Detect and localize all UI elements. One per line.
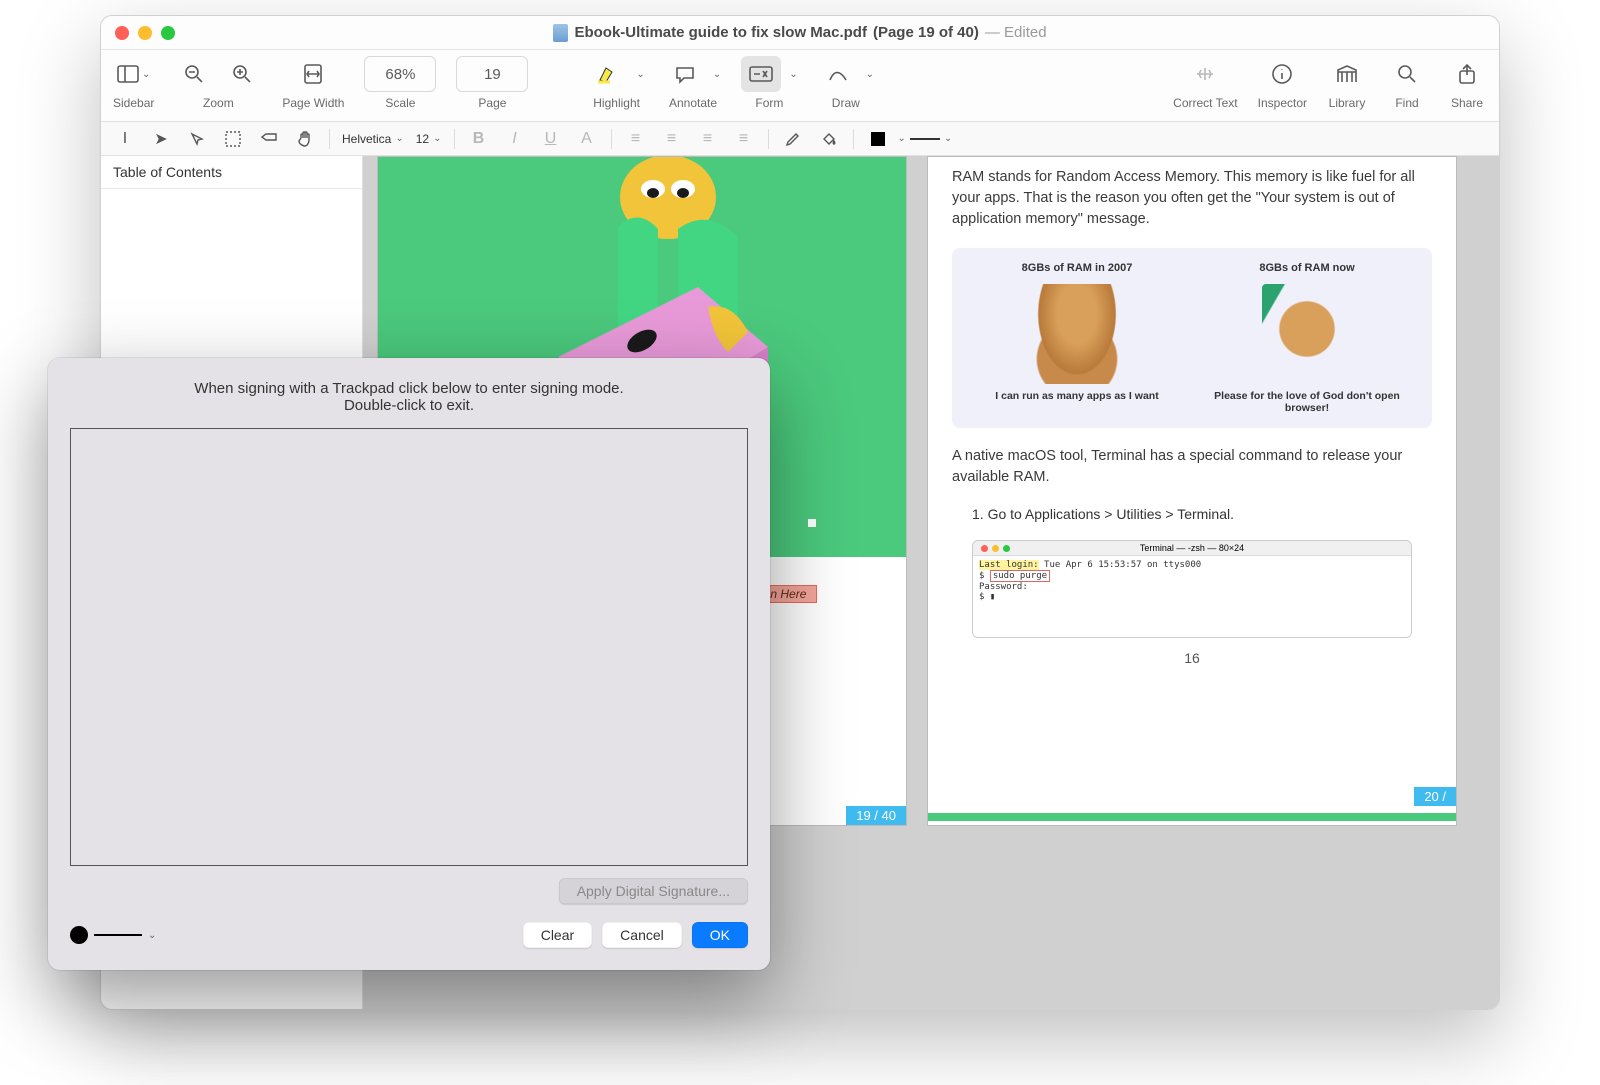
term-text: Tue Apr 6 15:53:57 on ttys000	[1039, 560, 1202, 570]
term-text: $ ▮	[979, 592, 1405, 603]
terminal-title: Terminal — -zsh — 80×24	[1140, 543, 1244, 553]
draw-button[interactable]	[818, 56, 858, 92]
pen-line-sample	[94, 934, 142, 936]
meme-panel: 8GBs of RAM in 2007 I can run as many ap…	[952, 248, 1432, 428]
page-20: RAM stands for Random Access Memory. Thi…	[927, 156, 1457, 826]
term-text: $	[979, 571, 990, 581]
inspector-button[interactable]	[1262, 56, 1302, 92]
meme-title-right: 8GBs of RAM now	[1204, 262, 1411, 274]
toolbar-label-inspector: Inspector	[1258, 96, 1307, 110]
window-page-indicator: (Page 19 of 40)	[873, 24, 979, 41]
signature-dialog: When signing with a Trackpad click below…	[48, 358, 770, 970]
hand-tool[interactable]	[289, 126, 321, 152]
toolbar-label-zoom: Zoom	[203, 96, 234, 110]
erase-tool[interactable]	[253, 126, 285, 152]
toolbar-label-draw: Draw	[832, 96, 860, 110]
text-cursor-tool[interactable]: I	[109, 126, 141, 152]
toolbar-label-pagewidth: Page Width	[282, 96, 344, 110]
align-center-button[interactable]: ≡	[656, 126, 688, 152]
pen-tool[interactable]	[777, 126, 809, 152]
sidebar-toggle-button[interactable]: ⌄	[114, 56, 154, 92]
chevron-down-icon: ⌄	[142, 69, 150, 80]
chevron-down-icon[interactable]: ⌄	[636, 69, 644, 80]
window-title: Ebook-Ultimate guide to fix slow Mac.pdf	[574, 24, 867, 41]
annotate-button[interactable]	[665, 56, 705, 92]
step-1: 1. Go to Applications > Utilities > Term…	[928, 500, 1456, 528]
chevron-down-icon[interactable]: ⌄	[898, 133, 906, 144]
cancel-button[interactable]: Cancel	[602, 922, 682, 948]
zoom-out-button[interactable]	[174, 56, 214, 92]
chevron-down-icon[interactable]: ⌄	[944, 133, 952, 144]
page-badge: 19 / 40	[846, 806, 906, 825]
format-toolbar: I ➤ Helvetica⌄ 12⌄ B I U A ≡ ≡ ≡ ≡ ⌄ ⌄	[101, 122, 1499, 156]
arrow-tool[interactable]: ➤	[145, 126, 177, 152]
align-right-button[interactable]: ≡	[692, 126, 724, 152]
meme-image-right	[1262, 284, 1352, 384]
main-toolbar: ⌄ Sidebar Zoom Page Width 68% Scale	[101, 50, 1499, 122]
toolbar-label-annotate: Annotate	[669, 96, 717, 110]
term-text: Last login:	[979, 560, 1039, 570]
meme-image-left	[1032, 284, 1122, 384]
underline-button[interactable]: U	[535, 126, 567, 152]
dialog-instruction-line2: Double-click to exit.	[88, 397, 730, 414]
italic-button[interactable]: I	[499, 126, 531, 152]
scale-field[interactable]: 68%	[364, 56, 436, 92]
toolbar-label-share: Share	[1451, 96, 1483, 110]
document-icon	[553, 24, 568, 42]
terminal-screenshot: Terminal — -zsh — 80×24 Last login: Tue …	[972, 540, 1412, 638]
color-swatch[interactable]	[862, 126, 894, 152]
signature-canvas[interactable]	[70, 428, 748, 866]
toolbar-label-find: Find	[1395, 96, 1418, 110]
pen-color-swatch[interactable]	[70, 926, 88, 944]
find-button[interactable]	[1387, 56, 1427, 92]
bold-button[interactable]: B	[463, 126, 495, 152]
chevron-down-icon[interactable]: ⌄	[789, 69, 797, 80]
titlebar: Ebook-Ultimate guide to fix slow Mac.pdf…	[101, 16, 1499, 50]
font-size-select[interactable]: 12⌄	[412, 132, 446, 146]
select-tool[interactable]	[181, 126, 213, 152]
toolbar-label-correct: Correct Text	[1173, 96, 1237, 110]
chevron-down-icon[interactable]: ⌄	[148, 930, 156, 941]
term-text: Password:	[979, 582, 1405, 593]
form-button[interactable]	[741, 56, 781, 92]
meme-title-left: 8GBs of RAM in 2007	[974, 262, 1181, 274]
toolbar-label-highlight: Highlight	[593, 96, 640, 110]
align-justify-button[interactable]: ≡	[728, 126, 760, 152]
toolbar-label-sidebar: Sidebar	[113, 96, 154, 110]
text-color-button[interactable]: A	[571, 126, 603, 152]
clear-button[interactable]: Clear	[523, 922, 592, 948]
chevron-down-icon[interactable]: ⌄	[866, 69, 874, 80]
line-style-select[interactable]	[910, 138, 940, 140]
paragraph: RAM stands for Random Access Memory. Thi…	[928, 167, 1456, 230]
dialog-instruction-line1: When signing with a Trackpad click below…	[88, 380, 730, 397]
text-cursor-handle[interactable]	[808, 519, 816, 527]
fill-tool[interactable]	[813, 126, 845, 152]
align-left-button[interactable]: ≡	[620, 126, 652, 152]
ok-button[interactable]: OK	[692, 922, 748, 948]
term-text: sudo purge	[990, 570, 1050, 582]
page-badge: 20 /	[1414, 787, 1456, 806]
share-button[interactable]	[1447, 56, 1487, 92]
crop-tool[interactable]	[217, 126, 249, 152]
zoom-in-button[interactable]	[222, 56, 262, 92]
correct-text-button	[1185, 56, 1225, 92]
page-width-button[interactable]	[293, 56, 333, 92]
library-button[interactable]	[1327, 56, 1367, 92]
page-number: 16	[928, 650, 1456, 666]
sidebar-header: Table of Contents	[101, 156, 362, 189]
apply-digital-signature-button: Apply Digital Signature...	[559, 878, 748, 904]
highlight-button[interactable]	[588, 56, 628, 92]
meme-caption-right: Please for the love of God don't open br…	[1204, 390, 1411, 414]
font-family-select[interactable]: Helvetica⌄	[338, 132, 408, 146]
toolbar-label-scale: Scale	[385, 96, 415, 110]
page-field[interactable]: 19	[456, 56, 528, 92]
toolbar-label-form: Form	[755, 96, 783, 110]
meme-caption-left: I can run as many apps as I want	[974, 390, 1181, 402]
paragraph: A native macOS tool, Terminal has a spec…	[928, 446, 1456, 488]
edited-indicator: — Edited	[985, 24, 1047, 41]
pen-style-picker[interactable]: ⌄	[70, 926, 156, 944]
chevron-down-icon[interactable]: ⌄	[713, 69, 721, 80]
toolbar-label-page: Page	[478, 96, 506, 110]
toolbar-label-library: Library	[1329, 96, 1366, 110]
